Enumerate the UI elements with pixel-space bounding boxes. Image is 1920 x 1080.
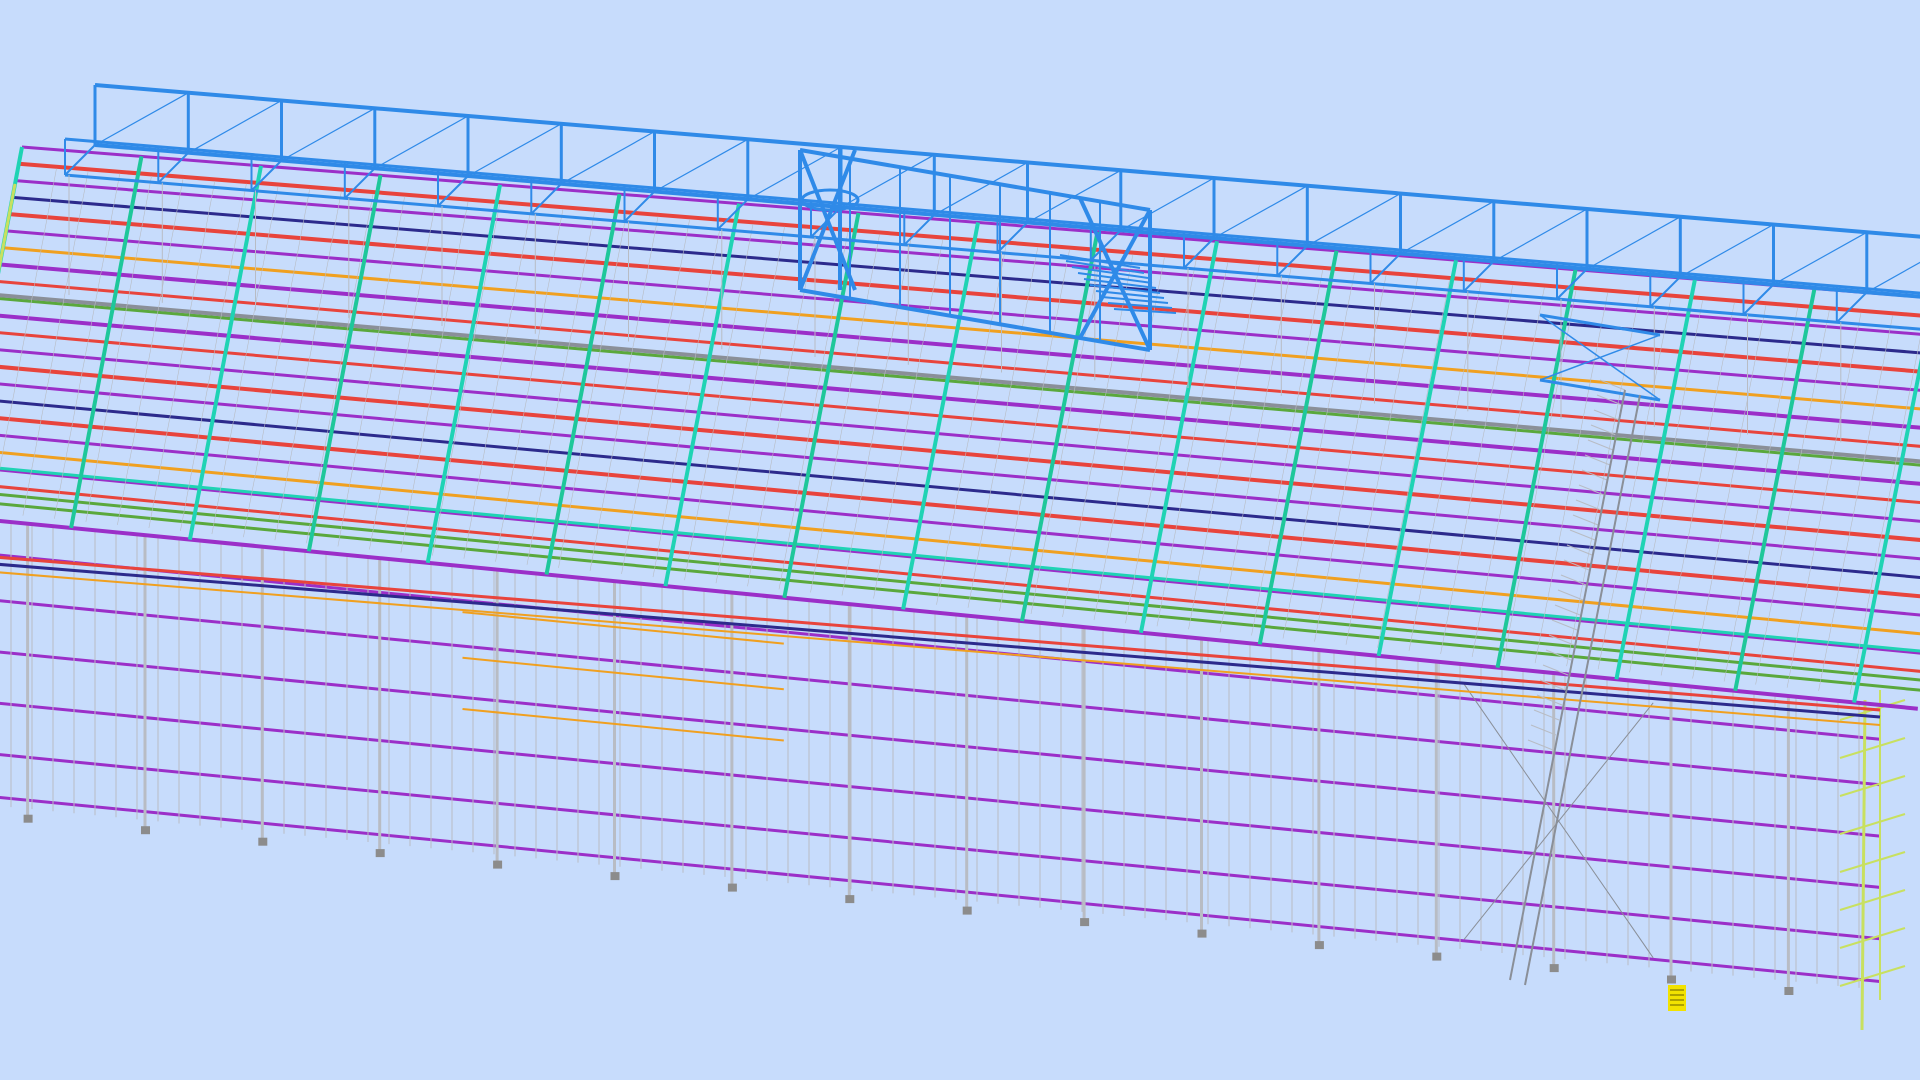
selection-marker xyxy=(1668,985,1686,1011)
column-base-plate xyxy=(375,849,385,858)
column-base-plate xyxy=(1080,918,1090,927)
column-base-plate xyxy=(1314,941,1324,950)
column-base-plate xyxy=(258,837,268,846)
column-base-plate xyxy=(1197,929,1207,938)
column-base-plate xyxy=(1549,964,1559,973)
structural-model-3d-view[interactable] xyxy=(0,0,1920,1080)
column-base-plate xyxy=(962,906,972,915)
column-base-plate xyxy=(23,814,33,823)
model-viewport[interactable] xyxy=(0,0,1920,1080)
column-base-plate xyxy=(610,872,620,881)
column-base-plate xyxy=(493,860,503,869)
column-base-plate xyxy=(141,826,150,835)
column-base-plate xyxy=(845,895,855,904)
column-base-plate xyxy=(1784,987,1794,995)
selection-marker-box xyxy=(1668,985,1686,1011)
column-base-plate xyxy=(1432,952,1442,961)
column-base-plate xyxy=(1667,975,1676,984)
column-base-plate xyxy=(727,883,737,892)
